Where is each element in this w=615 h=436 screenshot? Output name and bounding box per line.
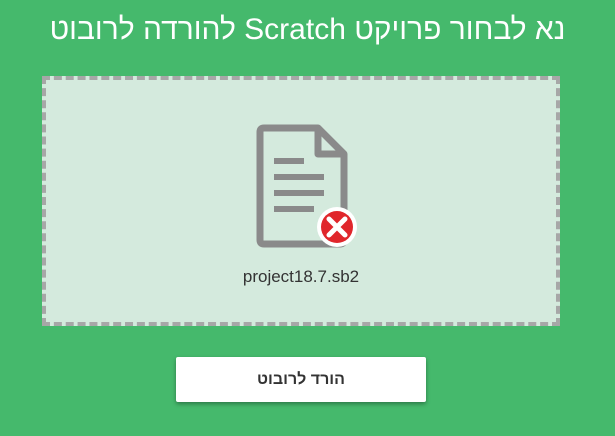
document-icon <box>256 124 357 248</box>
download-to-robot-button[interactable]: הורד לרובוט <box>176 357 426 402</box>
selected-file-name: project18.7.sb2 <box>242 267 360 286</box>
error-x-icon <box>317 207 357 247</box>
page-title: נא לבחור פרויקט Scratch להורדה לרובוט <box>49 13 566 46</box>
file-drop-zone[interactable]: project18.7.sb2 <box>42 76 560 326</box>
